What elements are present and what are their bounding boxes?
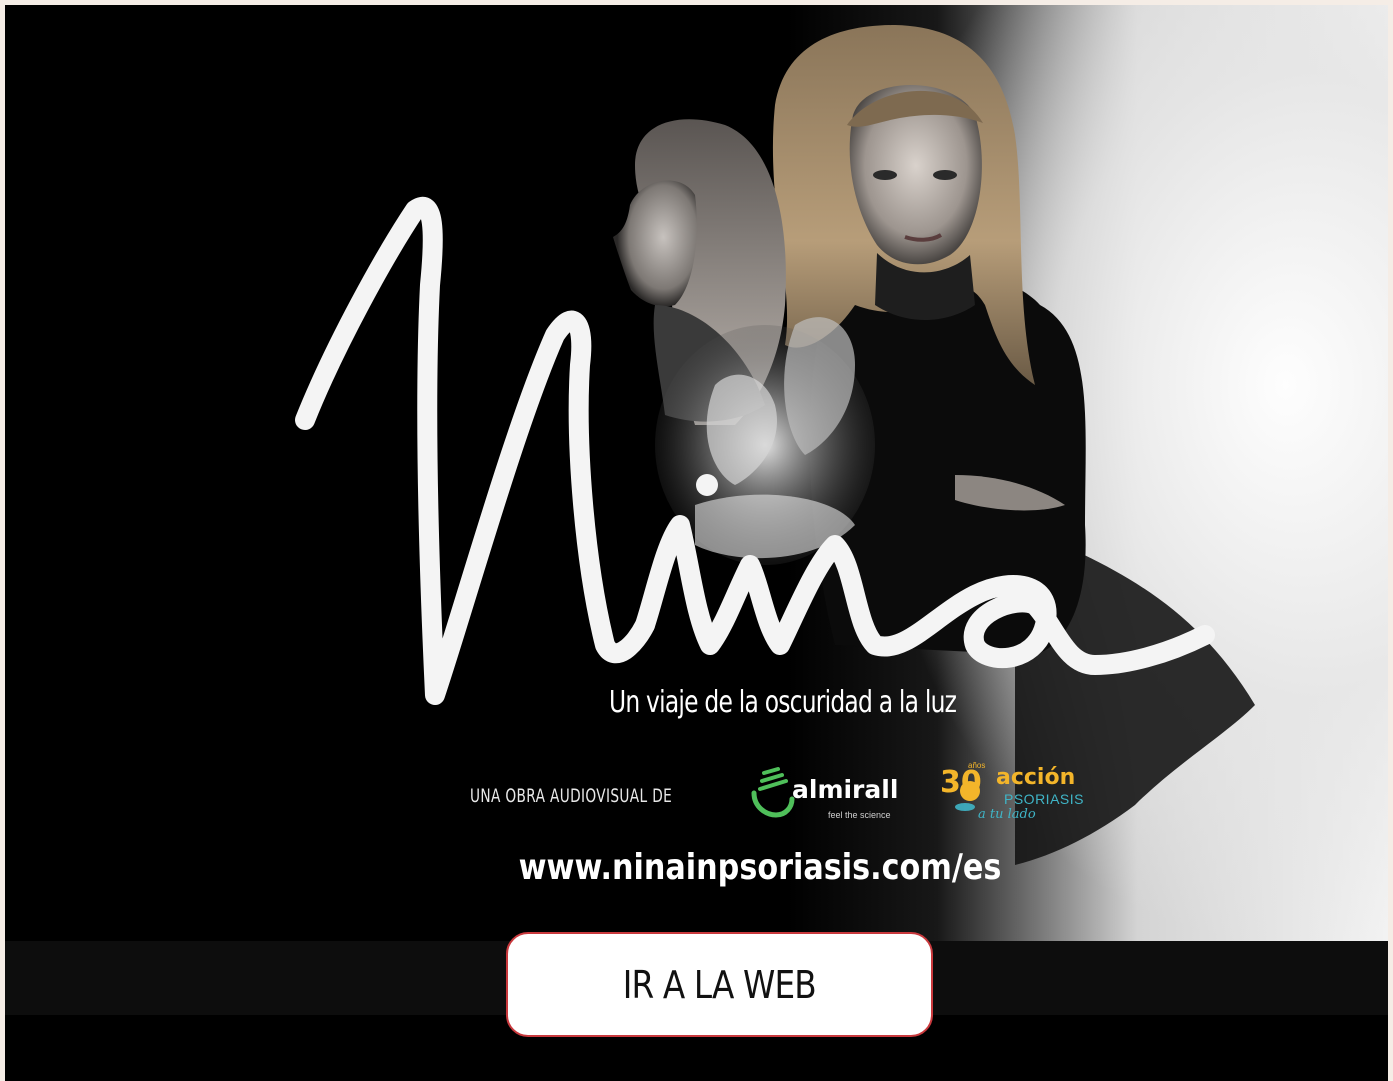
accion-psoriasis-logo: 30 años acción PSORIASIS a tu lado [940,761,1110,827]
accion-logo-years: años [968,761,986,770]
go-to-web-button-label: IR A LA WEB [622,962,817,1007]
profile-woman-face [613,180,697,307]
poster-tagline: Un viaje de la oscuridad a la luz [609,685,957,720]
almirall-logo-name: almirall [792,775,899,804]
film-poster[interactable]: Un viaje de la oscuridad a la luz UNA OB… [135,5,1388,941]
almirall-logo-slogan: feel the science [828,810,891,820]
go-to-web-button[interactable]: IR A LA WEB [506,932,933,1037]
accion-logo-tagline: a tu lado [978,807,1036,822]
nina-i-dot [696,474,718,496]
credits-label: UNA OBRA AUDIOVISUAL DE [470,785,673,807]
accion-logo-sub: PSORIASIS [1004,791,1084,807]
almirall-logo: almirall feel the science [752,765,922,825]
accion-logo-number: 30 [940,765,982,800]
credits-row: UNA OBRA AUDIOVISUAL DE almirall feel th… [470,761,1090,825]
accion-logo-name: acción [996,765,1076,790]
poster-url: www.ninainpsoriasis.com/es [518,847,1002,888]
banner-frame: Un viaje de la oscuridad a la luz UNA OB… [5,5,1388,1081]
